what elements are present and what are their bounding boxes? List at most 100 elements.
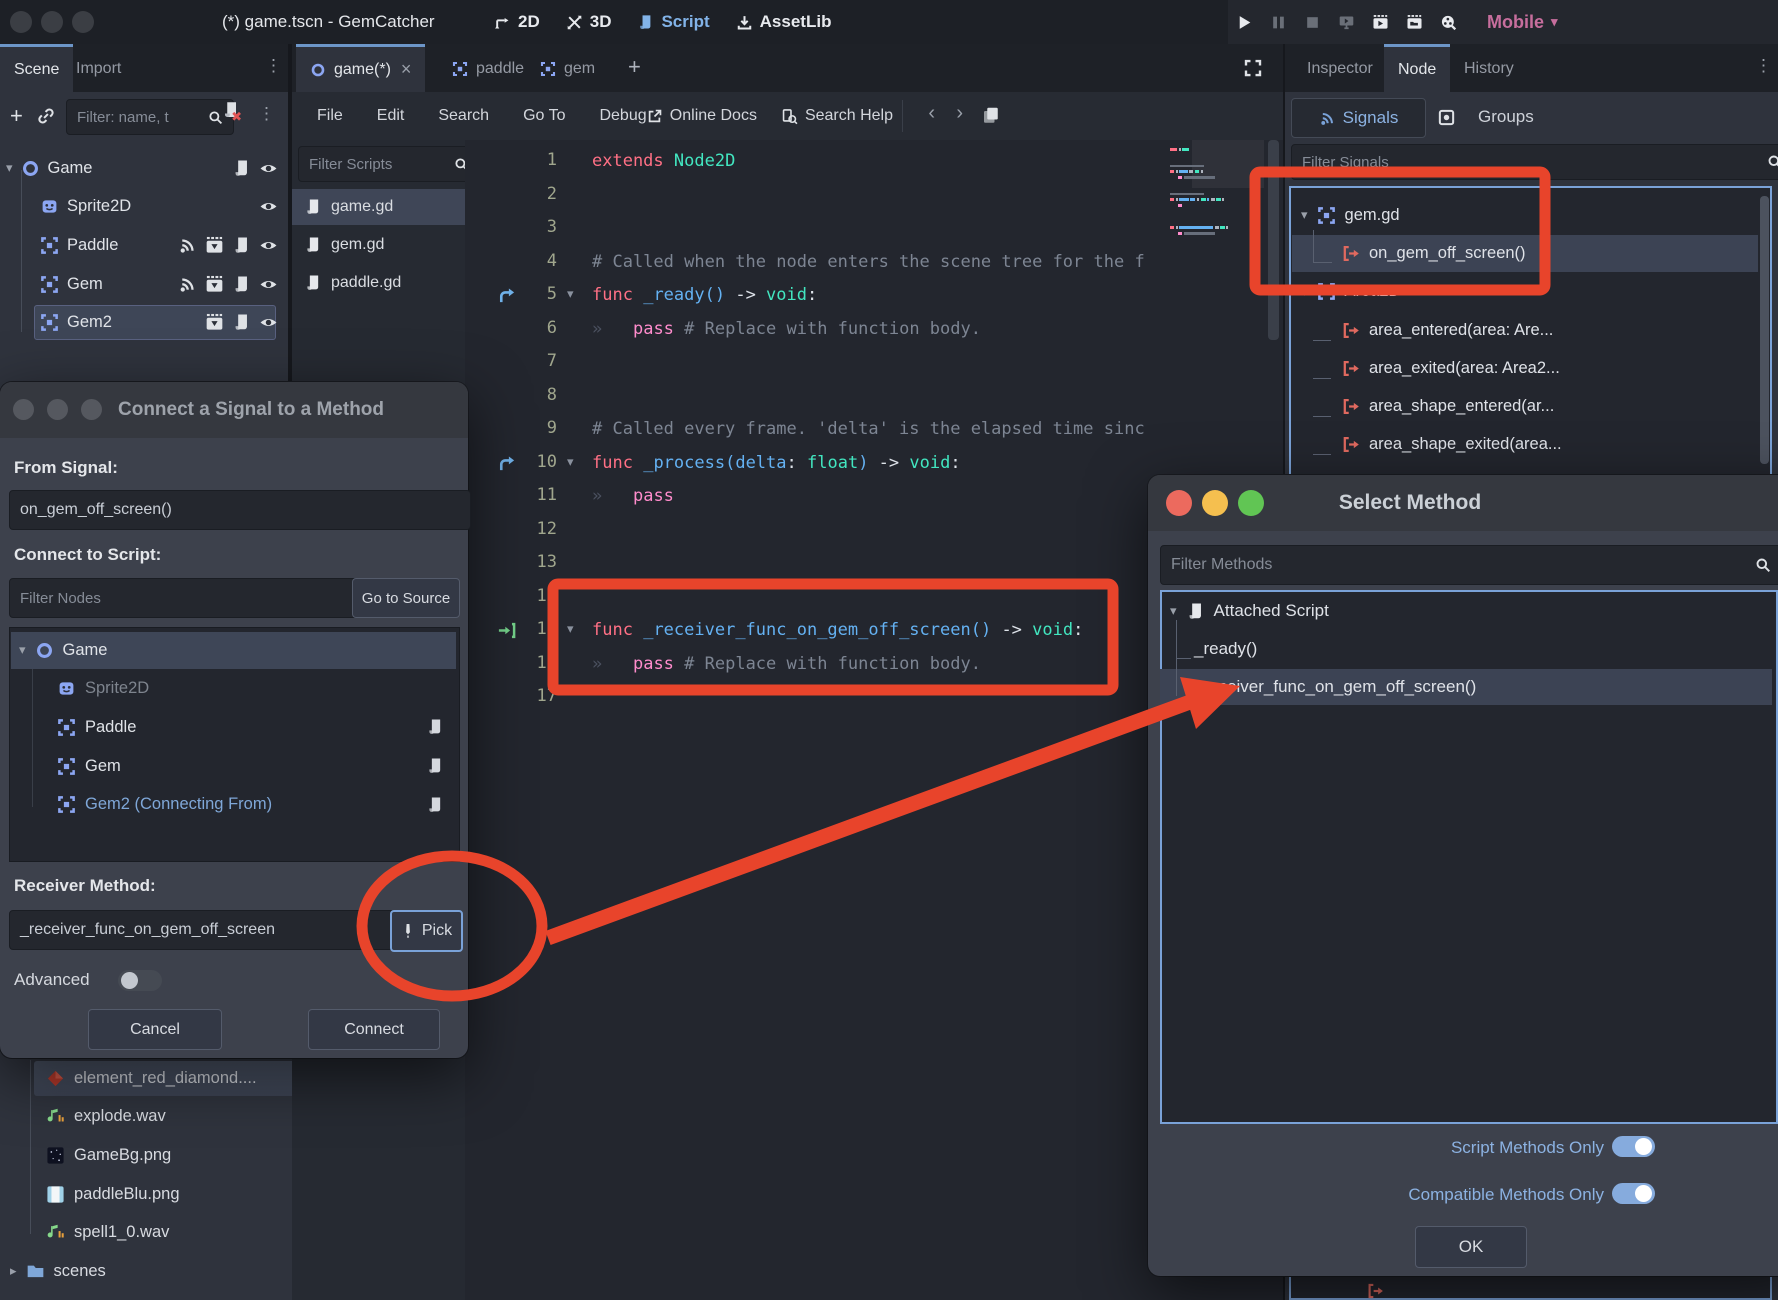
- file-GameBg-png[interactable]: GameBg.png: [0, 1136, 318, 1175]
- window-button[interactable]: [10, 11, 32, 33]
- code-line-6[interactable]: 6» pass # Replace with function body.: [465, 313, 1283, 347]
- expand-icon[interactable]: ▸: [10, 1263, 17, 1279]
- tab-history[interactable]: History: [1450, 46, 1528, 92]
- receiver-method-field[interactable]: _receiver_func_on_gem_off_screen: [9, 910, 406, 950]
- more-menu-icon[interactable]: ⋮: [265, 56, 282, 76]
- window-button[interactable]: [47, 399, 68, 420]
- groups-tab-button[interactable]: Groups: [1478, 98, 1534, 136]
- code-minimap[interactable]: [1168, 144, 1268, 264]
- method--receiver-func-on-gem-off-screen-[interactable]: _receiver_func_on_gem_off_screen(): [1160, 668, 1772, 706]
- advanced-toggle[interactable]: [118, 970, 162, 991]
- signal-area-exited-area-Area2-[interactable]: area_exited(area: Area2...: [1289, 349, 1772, 387]
- connect-node-Sprite2D[interactable]: Sprite2D: [9, 670, 458, 709]
- code-line-4[interactable]: 4# Called when the node enters the scene…: [465, 246, 1283, 280]
- scene-node-sprite2d[interactable]: Sprite2D: [0, 188, 288, 227]
- signal-filter-input[interactable]: Filter Signals: [1291, 144, 1778, 180]
- code-line-1[interactable]: 1extends Node2D: [465, 145, 1283, 179]
- fullscreen-icon[interactable]: [1243, 58, 1263, 78]
- scene-tab-game-[interactable]: game(*)×: [296, 44, 425, 92]
- script-item-gem-gd[interactable]: gem.gd: [292, 226, 465, 264]
- ok-button[interactable]: OK: [1415, 1226, 1527, 1268]
- movie-play-button-icon[interactable]: [1372, 14, 1389, 31]
- script-filter-input[interactable]: Filter Scripts: [298, 146, 480, 182]
- eye-badge-icon[interactable]: [259, 275, 278, 294]
- movie-badge-icon[interactable]: [205, 236, 224, 255]
- scene-toolbar-more-icon[interactable]: ⋮: [258, 104, 275, 124]
- connect-node-Paddle[interactable]: Paddle: [9, 708, 458, 747]
- connect-node-Gem2-Connecting-From-[interactable]: Gem2 (Connecting From): [9, 785, 458, 824]
- groups-icon[interactable]: [1437, 108, 1456, 127]
- window-button[interactable]: [81, 399, 102, 420]
- script-badge-icon[interactable]: [232, 313, 251, 332]
- movie-badge-icon[interactable]: [205, 313, 224, 332]
- code-line-8[interactable]: 8: [465, 380, 1283, 414]
- code-line-2[interactable]: 2: [465, 179, 1283, 213]
- tab-import[interactable]: Import: [62, 46, 135, 92]
- script-list-panel-icon[interactable]: [981, 105, 1001, 125]
- scene-tab-paddle[interactable]: paddle: [438, 46, 538, 92]
- scene-node-paddle[interactable]: Paddle: [0, 226, 288, 265]
- signal-badge-icon[interactable]: [178, 236, 197, 255]
- script-badge-icon[interactable]: [426, 796, 444, 814]
- scene-tab-gem[interactable]: gem: [526, 46, 609, 92]
- signal-gem-gd[interactable]: ▾gem.gd: [1289, 196, 1772, 234]
- close-icon[interactable]: ×: [401, 59, 412, 80]
- workspace-script[interactable]: Script: [637, 12, 709, 32]
- connect-node-Game[interactable]: ▾Game: [9, 631, 458, 670]
- connect-node-Gem[interactable]: Gem: [9, 747, 458, 786]
- fold-icon[interactable]: ▾: [567, 286, 574, 302]
- signal-area-shape-entered-ar-[interactable]: area_shape_entered(ar...: [1289, 388, 1772, 426]
- script-badge-icon[interactable]: [426, 718, 444, 736]
- connect-button[interactable]: Connect: [308, 1009, 440, 1050]
- node-filter-input[interactable]: Filter Nodes: [9, 578, 366, 618]
- add-node-button[interactable]: +: [10, 103, 23, 129]
- script-badge-icon[interactable]: [232, 159, 251, 178]
- menu-go-to[interactable]: Go To: [506, 92, 582, 140]
- script-item-paddle-gd[interactable]: paddle.gd: [292, 264, 465, 302]
- menu-edit[interactable]: Edit: [360, 92, 422, 140]
- method-filter-input[interactable]: Filter Methods: [1160, 545, 1778, 585]
- scene-node-game[interactable]: ▾Game: [0, 149, 288, 188]
- file-spell1-0-wav[interactable]: spell1_0.wav: [0, 1213, 318, 1252]
- fold-icon[interactable]: ▾: [567, 621, 574, 637]
- scene-node-gem2[interactable]: Gem2: [0, 303, 288, 342]
- link-online-docs[interactable]: Online Docs: [646, 107, 757, 125]
- script-badge-icon[interactable]: [232, 236, 251, 255]
- window-button[interactable]: [13, 399, 34, 420]
- run-target-selector[interactable]: Mobile ▾: [1487, 0, 1558, 44]
- code-scrollbar[interactable]: [1268, 140, 1279, 340]
- menu-file[interactable]: File: [300, 92, 360, 140]
- goto-source-button[interactable]: Go to Source: [352, 578, 460, 618]
- code-line-5[interactable]: 5▾func _ready() -> void:: [465, 279, 1283, 313]
- collapse-icon[interactable]: ▾: [1301, 284, 1308, 300]
- eye-badge-icon[interactable]: [259, 236, 278, 255]
- window-button[interactable]: [72, 11, 94, 33]
- signal-area-entered-area-Are-[interactable]: area_entered(area: Are...: [1289, 311, 1772, 349]
- signals-tab-button[interactable]: Signals: [1291, 98, 1426, 138]
- workspace-3d[interactable]: 3D: [566, 12, 612, 32]
- new-tab-button[interactable]: +: [628, 54, 641, 80]
- movie-reel-button-icon[interactable]: [1440, 14, 1457, 31]
- tab-inspector[interactable]: Inspector: [1293, 46, 1387, 92]
- play-scene-button-icon[interactable]: [1338, 14, 1355, 31]
- cancel-button[interactable]: Cancel: [88, 1009, 222, 1050]
- workspace-assetlib[interactable]: AssetLib: [736, 12, 832, 32]
- collapse-icon[interactable]: ▾: [1170, 603, 1177, 619]
- tab-node[interactable]: Node: [1384, 44, 1450, 92]
- file-explode-wav[interactable]: explode.wav: [0, 1098, 318, 1137]
- collapse-icon[interactable]: ▾: [19, 642, 26, 658]
- method-Attached-Script[interactable]: ▾Attached Script: [1160, 592, 1772, 630]
- script-item-game-gd[interactable]: game.gd: [292, 188, 465, 226]
- signal-area-shape-exited-area-[interactable]: area_shape_exited(area...: [1289, 426, 1772, 464]
- scene-filter-input[interactable]: Filter: name, t: [66, 99, 234, 135]
- pause-button-icon[interactable]: [1270, 14, 1287, 31]
- eye-badge-icon[interactable]: [259, 313, 278, 332]
- fold-icon[interactable]: ▾: [567, 454, 574, 470]
- link-search-help[interactable]: Search Help: [781, 107, 893, 125]
- menu-search[interactable]: Search: [421, 92, 506, 140]
- collapse-icon[interactable]: ▾: [1301, 207, 1308, 223]
- play-button-icon[interactable]: [1236, 14, 1253, 31]
- instance-scene-icon[interactable]: [37, 107, 55, 125]
- select-method-titlebar[interactable]: Select Method: [1148, 475, 1778, 531]
- signal-badge-icon[interactable]: [178, 275, 197, 294]
